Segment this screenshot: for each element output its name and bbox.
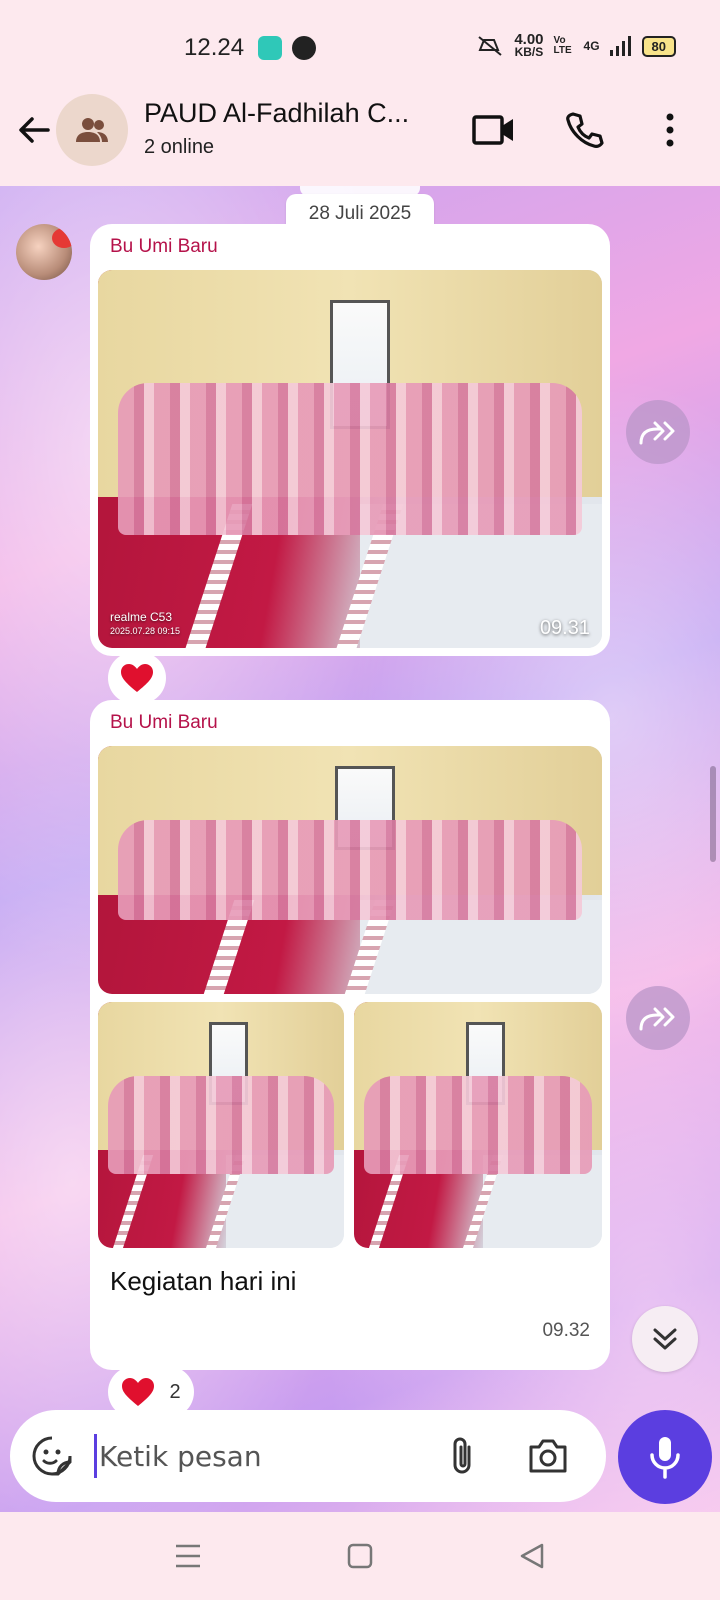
triangle-back-icon xyxy=(520,1543,544,1569)
mute-icon xyxy=(478,36,502,56)
camera-button[interactable] xyxy=(524,1432,572,1480)
message-time: 09.32 xyxy=(542,1320,590,1341)
attach-button[interactable] xyxy=(438,1432,486,1480)
group-icon xyxy=(76,118,108,142)
paperclip-icon xyxy=(453,1437,471,1474)
status-bar: 12.24 4.00 KB/S Vo LTE 4G 80 xyxy=(0,0,720,86)
voice-message-button[interactable] xyxy=(618,1410,712,1504)
forward-icon xyxy=(639,421,675,445)
status-time: 12.24 xyxy=(184,34,245,61)
app-notification-icon-2 xyxy=(292,36,316,60)
message-caption: Kegiatan hari ini xyxy=(110,1266,297,1296)
reaction-badge[interactable] xyxy=(108,652,166,704)
app-notification-icon xyxy=(258,36,282,60)
message-photo[interactable] xyxy=(98,1002,344,1248)
scroll-to-bottom-button[interactable] xyxy=(632,1306,698,1372)
double-chevron-down-icon xyxy=(653,1328,677,1350)
message-bubble[interactable]: Bu Umi Baru Kegiatan hari ini 09.32 xyxy=(90,700,610,1370)
battery-indicator: 80 xyxy=(641,35,676,57)
recent-apps-button[interactable] xyxy=(164,1532,212,1580)
forward-button[interactable] xyxy=(626,986,690,1050)
system-navigation-bar xyxy=(0,1512,720,1600)
kebab-menu-icon xyxy=(666,113,674,147)
menu-lines-icon xyxy=(176,1544,200,1568)
home-button[interactable] xyxy=(336,1532,384,1580)
scrollbar-thumb[interactable] xyxy=(710,766,716,862)
photo-watermark: realme C53 2025.07.28 09:15 xyxy=(110,610,181,636)
chat-area[interactable]: 28 Juli 2025 Bu Umi Baru realme C53 2025… xyxy=(0,186,720,1512)
message-composer xyxy=(10,1410,606,1502)
microphone-icon xyxy=(650,1437,680,1479)
square-icon xyxy=(347,1543,373,1569)
network-type: 4G xyxy=(583,39,600,53)
sender-name[interactable]: Bu Umi Baru xyxy=(110,712,218,734)
online-status: 2 online xyxy=(144,136,215,158)
status-indicators: 4.00 KB/S Vo LTE 4G 80 xyxy=(476,31,676,59)
message-photo[interactable]: realme C53 2025.07.28 09:15 09.31 xyxy=(98,270,602,648)
back-button[interactable] xyxy=(14,110,54,150)
message-bubble[interactable]: Bu Umi Baru realme C53 2025.07.28 09:15 … xyxy=(90,224,610,656)
message-photo[interactable] xyxy=(354,1002,602,1248)
phone-icon xyxy=(566,112,604,148)
network-speed: 4.00 KB/S xyxy=(514,31,544,59)
signal-icon xyxy=(609,36,631,56)
message-photo[interactable] xyxy=(98,746,602,994)
heart-icon xyxy=(121,664,153,692)
sender-name[interactable]: Bu Umi Baru xyxy=(110,236,218,258)
volte-indicator: Vo LTE xyxy=(553,35,572,56)
more-options-button[interactable] xyxy=(646,106,694,154)
group-avatar[interactable] xyxy=(56,94,128,166)
voice-call-button[interactable] xyxy=(560,106,608,154)
sticker-icon xyxy=(32,1436,72,1476)
video-camera-icon xyxy=(472,115,513,145)
reaction-count: 2 xyxy=(169,1380,181,1403)
sticker-button[interactable] xyxy=(28,1432,76,1480)
sender-avatar[interactable] xyxy=(16,224,72,280)
video-call-button[interactable] xyxy=(470,106,518,154)
back-nav-button[interactable] xyxy=(508,1532,556,1580)
message-input[interactable] xyxy=(94,1434,434,1478)
camera-icon xyxy=(529,1439,567,1473)
arrow-left-icon xyxy=(19,117,50,143)
forward-icon xyxy=(639,1007,675,1031)
heart-icon xyxy=(122,1378,155,1406)
forward-button[interactable] xyxy=(626,400,690,464)
chat-header: PAUD Al-Fadhilah C... 2 online xyxy=(0,86,720,186)
message-time: 09.31 xyxy=(539,617,590,639)
chat-title[interactable]: PAUD Al-Fadhilah C... xyxy=(144,98,409,129)
